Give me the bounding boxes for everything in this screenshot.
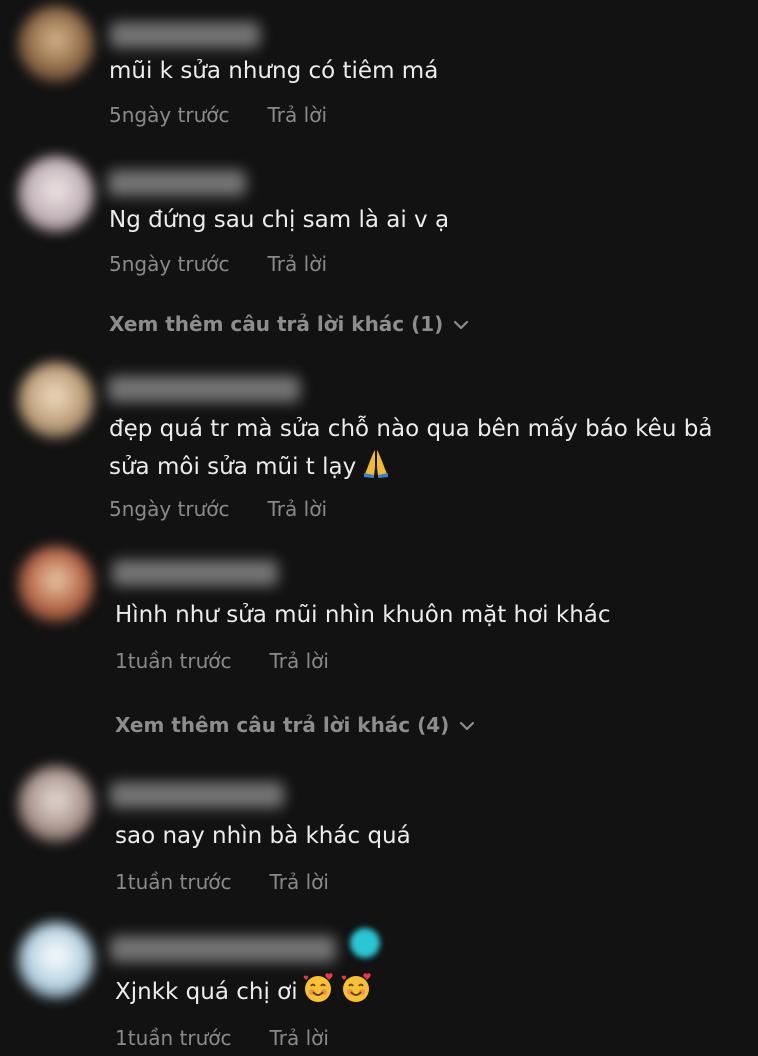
avatar[interactable] — [18, 6, 94, 82]
comment-meta: 1tuần trước Trả lời — [115, 1026, 329, 1050]
comment-time: 1tuần trước — [115, 870, 232, 894]
comment-meta: 5ngày trước Trả lời — [109, 497, 327, 521]
reply-button[interactable]: Trả lời — [268, 497, 327, 521]
username-blurred[interactable] — [112, 560, 278, 586]
chevron-down-icon — [460, 721, 475, 731]
reply-button[interactable]: Trả lời — [268, 252, 327, 276]
verified-badge-icon — [350, 928, 380, 958]
comment-meta: 1tuần trước Trả lời — [115, 649, 329, 673]
username-blurred[interactable] — [108, 170, 246, 196]
reply-button[interactable]: Trả lời — [268, 103, 327, 127]
comment-time: 5ngày trước — [109, 252, 230, 276]
avatar[interactable] — [18, 546, 94, 622]
username-blurred[interactable] — [108, 376, 300, 402]
avatar[interactable] — [18, 766, 94, 842]
comment-time: 5ngày trước — [109, 103, 230, 127]
comment-meta: 1tuần trước Trả lời — [115, 870, 329, 894]
comment-text-line: Xjnkk quá chị ơi — [115, 972, 374, 1017]
view-more-replies-label: Xem thêm câu trả lời khác (1) — [109, 312, 444, 336]
comment-text-line1: đẹp quá tr mà sửa chỗ nào qua bên mấy bá… — [109, 416, 713, 442]
comment-text: Hình như sửa mũi nhìn khuôn mặt hơi khác — [115, 602, 611, 628]
reply-button[interactable]: Trả lời — [270, 1026, 329, 1050]
view-more-replies[interactable]: Xem thêm câu trả lời khác (1) — [109, 312, 469, 336]
folded-hands-icon — [360, 447, 392, 492]
comment-text-line2: sửa môi sửa mũi t lạy — [109, 447, 392, 492]
comment-time: 1tuần trước — [115, 649, 232, 673]
comment-time: 1tuần trước — [115, 1026, 232, 1050]
comment-meta: 5ngày trước Trả lời — [109, 103, 327, 127]
avatar[interactable] — [18, 362, 94, 438]
view-more-replies-label: Xem thêm câu trả lời khác (4) — [115, 713, 450, 737]
smiling-face-with-hearts-icon — [340, 972, 374, 1017]
comment-meta: 5ngày trước Trả lời — [109, 252, 327, 276]
comment-text: mũi k sửa nhưng có tiêm má — [109, 58, 439, 84]
comment-text: sửa môi sửa mũi t lạy — [109, 454, 357, 480]
chevron-down-icon — [454, 320, 469, 330]
reply-button[interactable]: Trả lời — [270, 870, 329, 894]
username-blurred[interactable] — [110, 22, 260, 48]
comment-time: 5ngày trước — [109, 497, 230, 521]
comment-text: sao nay nhìn bà khác quá — [115, 823, 411, 849]
username-blurred[interactable] — [110, 936, 336, 962]
view-more-replies[interactable]: Xem thêm câu trả lời khác (4) — [115, 713, 475, 737]
smiling-face-with-hearts-icon — [302, 972, 336, 1017]
username-blurred[interactable] — [110, 782, 284, 808]
avatar[interactable] — [18, 156, 94, 232]
comment-text: Ng đứng sau chị sam là ai v ạ — [109, 207, 450, 233]
reply-button[interactable]: Trả lời — [270, 649, 329, 673]
avatar[interactable] — [18, 922, 94, 998]
comment-text: Xjnkk quá chị ơi — [115, 979, 298, 1005]
